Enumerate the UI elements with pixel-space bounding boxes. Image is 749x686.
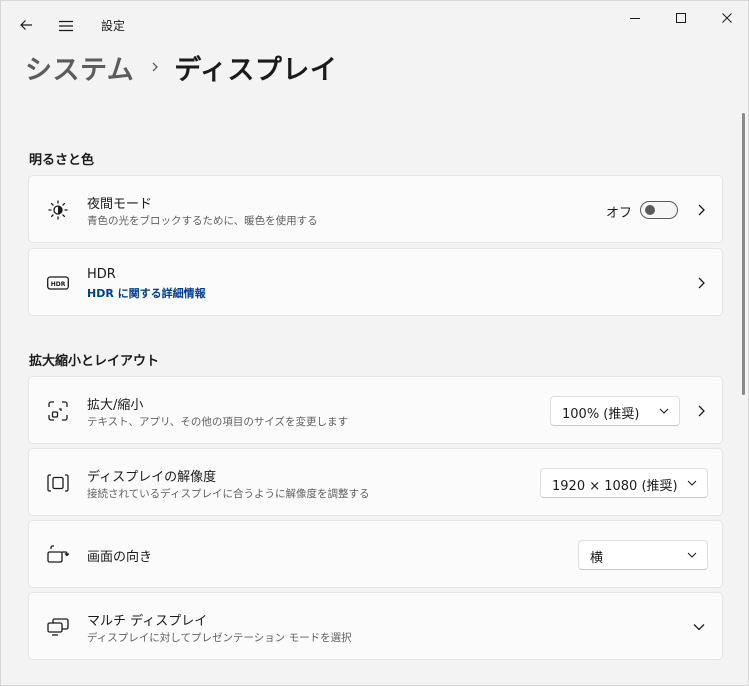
scale-dropdown-value: 100% (推奨) — [562, 407, 640, 422]
maximize-button[interactable] — [667, 5, 695, 31]
resolution-dropdown-value: 1920 × 1080 (推奨) — [552, 479, 678, 494]
section-title-scale-layout: 拡大縮小とレイアウト — [29, 354, 160, 369]
breadcrumb: システム ディスプレイ — [25, 47, 337, 87]
hamburger-menu-icon — [58, 17, 74, 36]
scale-icon — [46, 399, 70, 423]
resolution-card: ディスプレイの解像度 接続されているディスプレイに合うように解像度を調整する 1… — [28, 448, 723, 516]
orientation-dropdown-value: 横 — [590, 551, 604, 566]
resolution-icon — [46, 471, 70, 495]
scale-subtitle: テキスト、アプリ、その他の項目のサイズを変更します — [87, 416, 349, 428]
navigation-menu-button[interactable] — [53, 13, 79, 39]
chevron-down-icon — [659, 406, 669, 416]
chevron-right-icon[interactable] — [693, 202, 709, 218]
multi-display-card[interactable]: マルチ ディスプレイ ディスプレイに対してプレゼンテーション モードを選択 — [28, 592, 723, 660]
minimize-icon — [629, 9, 641, 28]
orientation-dropdown[interactable]: 横 — [578, 540, 708, 570]
orientation-title: 画面の向き — [87, 550, 153, 565]
chevron-down-icon — [687, 550, 697, 560]
night-mode-card[interactable]: 夜間モード 青色の光をブロックするために、暖色を使用する オフ — [28, 175, 723, 243]
chevron-down-icon — [687, 478, 697, 488]
resolution-subtitle: 接続されているディスプレイに合うように解像度を調整する — [87, 488, 370, 500]
chevron-right-icon[interactable] — [693, 403, 709, 419]
night-mode-toggle[interactable] — [640, 201, 678, 219]
scrollbar-thumb[interactable] — [742, 113, 745, 395]
minimize-button[interactable] — [621, 5, 649, 31]
scale-dropdown[interactable]: 100% (推奨) — [550, 396, 680, 426]
scale-card[interactable]: 拡大/縮小 テキスト、アプリ、その他の項目のサイズを変更します 100% (推奨… — [28, 376, 723, 444]
toggle-knob — [645, 205, 655, 215]
svg-text:HDR: HDR — [51, 281, 66, 288]
hdr-title: HDR — [87, 267, 116, 282]
back-button[interactable] — [13, 13, 39, 39]
chevron-right-icon — [150, 61, 160, 73]
night-mode-toggle-label: オフ — [606, 206, 633, 221]
title-bar: 設定 — [1, 1, 748, 45]
back-arrow-icon — [19, 17, 33, 36]
brightness-sun-icon — [46, 198, 70, 222]
hdr-info-link[interactable]: HDR に関する詳細情報 — [87, 285, 206, 301]
close-button[interactable] — [713, 5, 741, 31]
app-title: 設定 — [101, 19, 126, 33]
multi-display-title: マルチ ディスプレイ — [87, 614, 208, 629]
orientation-icon — [46, 543, 70, 567]
section-title-brightness: 明るさと色 — [29, 153, 95, 168]
hdr-icon: HDR — [45, 271, 71, 295]
orientation-card: 画面の向き 横 — [28, 520, 723, 588]
resolution-dropdown[interactable]: 1920 × 1080 (推奨) — [540, 468, 708, 498]
chevron-right-icon[interactable] — [693, 275, 709, 291]
hdr-card[interactable]: HDR HDR HDR に関する詳細情報 — [28, 248, 723, 316]
settings-window: 設定 システム ディスプレイ 明るさと色 夜間モード 青色の光をブロックするため… — [0, 0, 749, 686]
multi-display-icon — [46, 615, 70, 639]
maximize-icon — [675, 9, 687, 28]
close-icon — [721, 9, 733, 28]
night-mode-title: 夜間モード — [87, 197, 153, 212]
breadcrumb-parent-system[interactable]: システム — [25, 48, 134, 87]
page-title: ディスプレイ — [174, 54, 338, 86]
expand-chevron-down-icon[interactable] — [691, 619, 707, 635]
multi-display-subtitle: ディスプレイに対してプレゼンテーション モードを選択 — [87, 632, 352, 644]
resolution-title: ディスプレイの解像度 — [87, 470, 217, 485]
scale-title: 拡大/縮小 — [87, 398, 144, 413]
night-mode-subtitle: 青色の光をブロックするために、暖色を使用する — [87, 215, 318, 227]
